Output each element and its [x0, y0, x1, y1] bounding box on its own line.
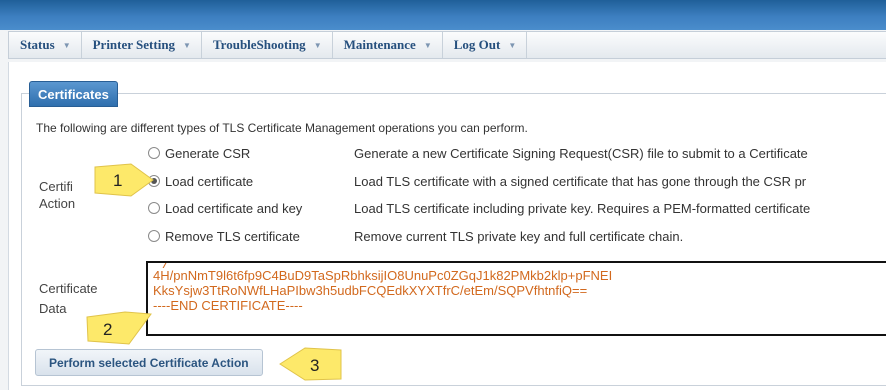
nav-log-out[interactable]: Log Out ▼ [443, 32, 528, 58]
certificate-data-label-line2: Data [39, 301, 67, 316]
radio-generate-csr[interactable] [148, 147, 160, 159]
certificate-line: 4H/pnNmT9l6t6fp9C4BuD9TaSpRbhksijIO8UnuP… [153, 268, 613, 283]
option-load-certificate[interactable]: Load certificate Load TLS certificate wi… [148, 170, 806, 192]
option-label: Load certificate and key [165, 200, 303, 216]
nav-maintenance-label: Maintenance [343, 37, 416, 52]
nav-printer-setting[interactable]: Printer Setting ▼ [82, 32, 202, 58]
callout-3-label: 3 [310, 356, 319, 375]
callout-2-marker: 2 [86, 311, 152, 345]
main-nav: Status ▼ Printer Setting ▼ TroubleShooti… [8, 31, 886, 59]
nav-printer-setting-label: Printer Setting [92, 37, 176, 52]
radio-load-certificate-and-key[interactable] [148, 202, 160, 214]
option-remove-tls-certificate[interactable]: Remove TLS certificate Remove current TL… [148, 225, 683, 247]
chevron-down-icon: ▼ [313, 40, 322, 50]
callout-3-marker: 3 [279, 347, 342, 381]
option-label: Remove TLS certificate [165, 228, 300, 244]
option-description: Generate a new Certificate Signing Reque… [354, 145, 808, 161]
perform-certificate-action-label: Perform selected Certificate Action [49, 355, 249, 370]
nav-troubleshooting[interactable]: TroubleShooting ▼ [202, 32, 333, 58]
certificate-data-label-line1: Certificate [39, 281, 98, 296]
nav-maintenance[interactable]: Maintenance ▼ [333, 32, 443, 58]
certificate-line: ----END CERTIFICATE---- [153, 298, 303, 313]
option-label: Load certificate [165, 173, 254, 189]
option-label: Generate CSR [165, 145, 251, 161]
option-description: Load TLS certificate including private k… [354, 200, 811, 216]
certificates-tab: Certificates [29, 81, 118, 107]
certificate-action-label-line2: Action [39, 196, 76, 211]
option-description: Remove current TLS private key and full … [354, 228, 684, 244]
chevron-down-icon: ▼ [62, 40, 71, 50]
callout-2-label: 2 [103, 320, 112, 339]
nav-troubleshooting-label: TroubleShooting [212, 37, 306, 52]
nav-status-label: Status [20, 37, 55, 52]
radio-remove-tls-certificate[interactable] [148, 230, 160, 242]
option-description: Load TLS certificate with a signed certi… [354, 173, 807, 189]
chevron-down-icon: ▼ [508, 40, 517, 50]
option-generate-csr[interactable]: Generate CSR Generate a new Certificate … [148, 142, 808, 164]
callout-1-marker: 1 [94, 163, 154, 197]
perform-certificate-action-button[interactable]: Perform selected Certificate Action [35, 349, 263, 376]
intro-text: The following are different types of TLS… [36, 121, 528, 135]
chevron-down-icon: ▼ [423, 40, 432, 50]
chevron-down-icon: ▼ [183, 40, 191, 50]
certificates-tab-label: Certificates [38, 86, 109, 102]
callout-1-label: 1 [113, 171, 122, 190]
certificate-data-textarea[interactable]: ,/ , 4H/pnNmT9l6t6fp9C4BuD9TaSpRbhksijIO… [146, 261, 886, 336]
nav-log-out-label: Log Out [453, 37, 501, 52]
nav-status[interactable]: Status ▼ [9, 32, 82, 58]
option-load-certificate-and-key[interactable]: Load certificate and key Load TLS certif… [148, 197, 810, 219]
certificate-line: KksYsjw3TtRoNWfLHaPIbw3h5udbFCQEdkXYXTfr… [153, 283, 588, 298]
top-header-bar [0, 0, 886, 30]
